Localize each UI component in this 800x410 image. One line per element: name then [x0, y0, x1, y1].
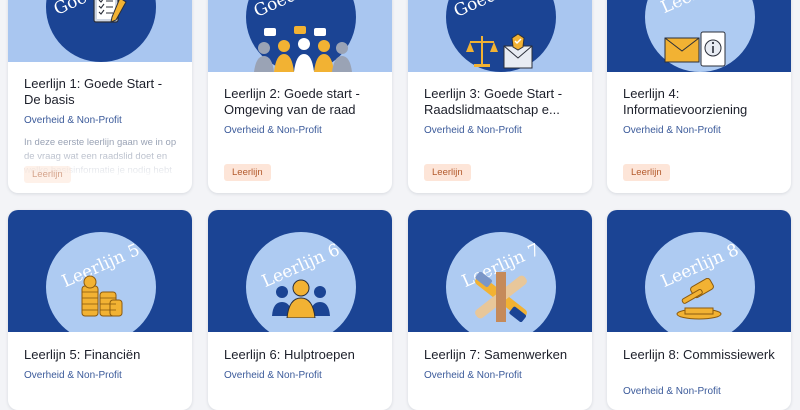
joined-hands-icon: [475, 272, 527, 322]
course-card-2[interactable]: Goede start Leerlijn 2: Goede start - Om…: [208, 0, 392, 193]
course-card-4[interactable]: Leerlijn 4 Leerlijn 4: Informatievoorzie…: [607, 0, 791, 193]
coin-stacks-icon: [81, 275, 123, 317]
card-category: Overheid & Non-Profit: [623, 125, 721, 136]
clipboard-checklist-icon: [93, 0, 127, 23]
card-category: Overheid & Non-Profit: [424, 125, 522, 136]
card-category: Overheid & Non-Profit: [24, 115, 122, 126]
card-title[interactable]: Leerlijn 7: Samenwerken: [424, 347, 580, 363]
circle-label: Goede start: [247, 0, 356, 24]
card-title[interactable]: Leerlijn 6: Hulptroepen: [224, 347, 380, 363]
circle-label: Goede start: [447, 0, 556, 24]
card-title[interactable]: Leerlijn 5: Financiën: [24, 347, 180, 363]
course-card-6[interactable]: Leerlijn 6 Leerlijn 6: Hulptroepen Overh…: [208, 210, 392, 410]
card-banner: Leerlijn 6: [208, 210, 392, 332]
type-badge: Leerlijn: [623, 164, 670, 181]
course-card-1[interactable]: Goede start Leerlijn 1: Goede Start - De…: [8, 0, 192, 193]
card-banner: Goede start: [208, 0, 392, 72]
course-card-8[interactable]: Leerlijn 8 Leerlijn 8: Commissiewerk Ove…: [607, 210, 791, 410]
type-badge: Leerlijn: [224, 164, 271, 181]
card-banner: Leerlijn 5: [8, 210, 192, 332]
card-title[interactable]: Leerlijn 8: Commissiewerk: [623, 347, 779, 363]
circle-label: Leerlijn 4: [646, 0, 755, 24]
card-banner: Leerlijn 7: [408, 210, 592, 332]
course-card-3[interactable]: Goede start Leerlijn 3: Goede Start - Ra…: [408, 0, 592, 193]
card-title[interactable]: Leerlijn 4: Informatievoorziening: [623, 86, 779, 118]
card-banner: Leerlijn 8: [607, 210, 791, 332]
card-category: Overheid & Non-Profit: [24, 370, 122, 381]
type-badge: Leerlijn: [24, 166, 71, 183]
card-category: Overheid & Non-Profit: [224, 370, 322, 381]
envelope-info-icon: [664, 31, 726, 67]
card-banner: Leerlijn 4: [607, 0, 791, 72]
card-banner: Goede start: [8, 0, 192, 62]
speech-bubbles-people-icon: [254, 26, 352, 72]
card-title[interactable]: Leerlijn 1: Goede Start - De basis: [24, 76, 180, 108]
card-category: Overheid & Non-Profit: [424, 370, 522, 381]
type-badge: Leerlijn: [424, 164, 471, 181]
gavel-icon: [676, 278, 722, 320]
scales-envelope-icon: [466, 33, 533, 69]
card-banner: Goede start: [408, 0, 592, 72]
card-title[interactable]: Leerlijn 2: Goede start - Omgeving van d…: [224, 86, 380, 118]
card-category: Overheid & Non-Profit: [623, 386, 721, 397]
course-card-7[interactable]: Leerlijn 7 Leerlijn 7: Samenwerken Overh…: [408, 210, 592, 410]
card-category: Overheid & Non-Profit: [224, 125, 322, 136]
group-people-icon: [272, 279, 330, 318]
course-card-5[interactable]: Leerlijn 5 Leerlijn 5: Financiën Overhei…: [8, 210, 192, 410]
card-title[interactable]: Leerlijn 3: Goede Start - Raadslidmaatsc…: [424, 86, 580, 118]
